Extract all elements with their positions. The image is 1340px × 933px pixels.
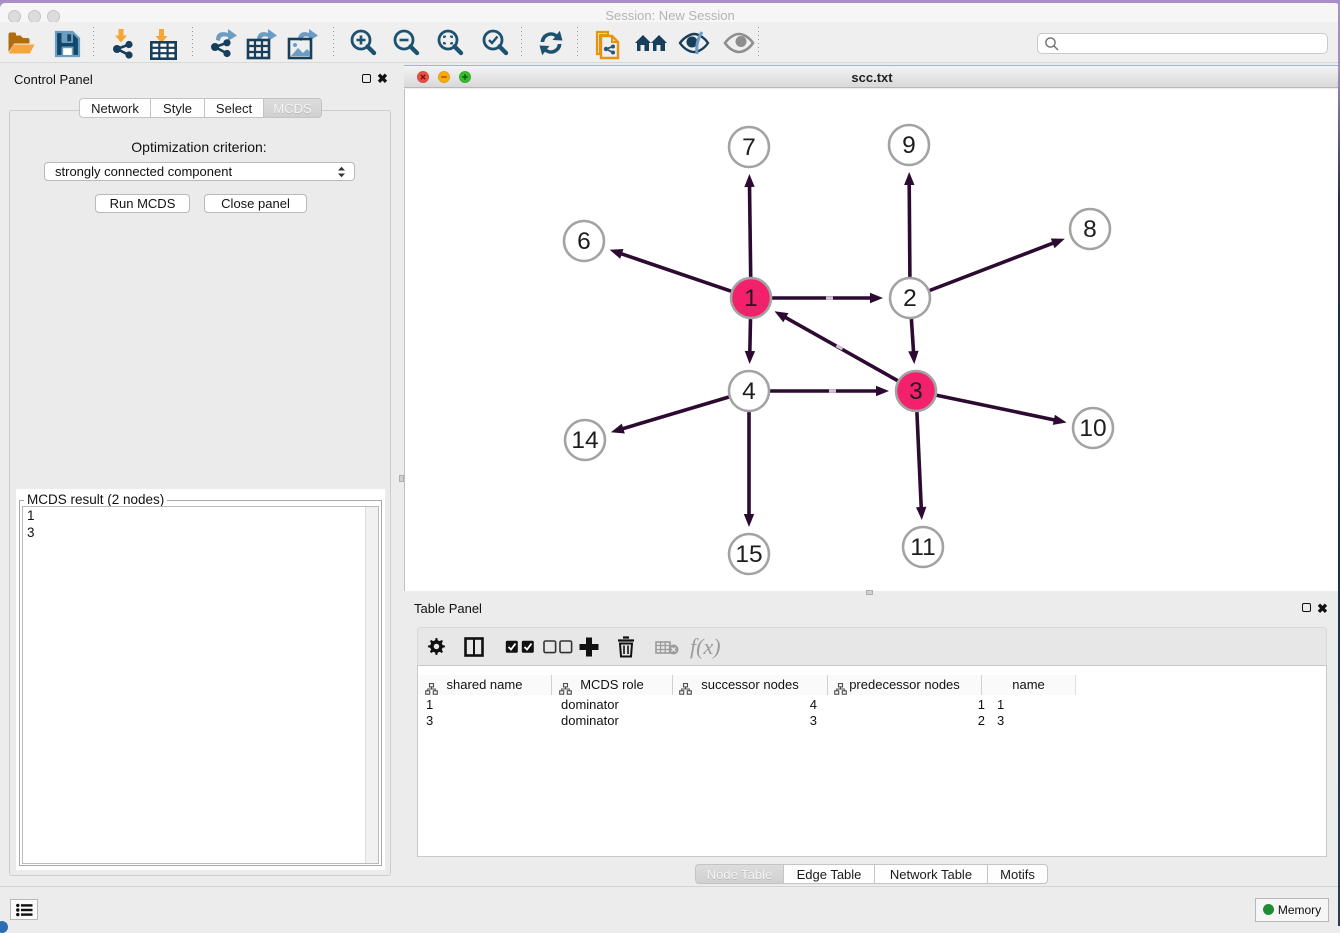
svg-text:3: 3 (909, 378, 923, 405)
svg-text:4: 4 (742, 378, 756, 405)
svg-text:11: 11 (910, 534, 935, 561)
svg-text:14: 14 (571, 427, 598, 454)
svg-text:7: 7 (742, 134, 756, 161)
svg-text:10: 10 (1079, 415, 1106, 442)
svg-text:1: 1 (744, 285, 758, 312)
svg-text:9: 9 (902, 132, 916, 159)
svg-text:2: 2 (903, 285, 917, 312)
svg-text:8: 8 (1083, 216, 1097, 243)
svg-text:6: 6 (577, 228, 591, 255)
svg-text:15: 15 (735, 541, 762, 568)
